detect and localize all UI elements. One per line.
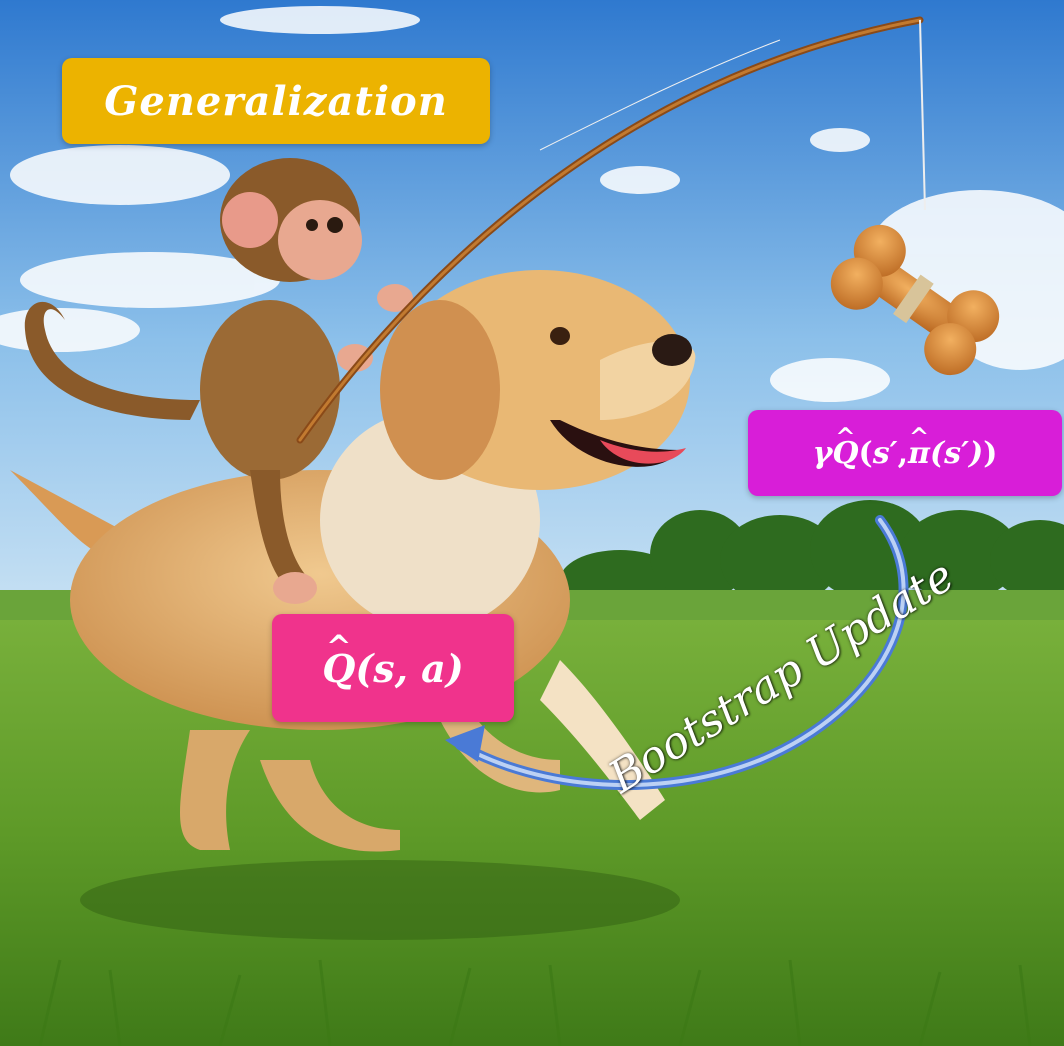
open-paren: (: [858, 435, 873, 471]
comma: ,: [897, 435, 909, 471]
q-hat-symbol-current: Q: [322, 629, 355, 691]
q-arguments: (s, a): [355, 645, 464, 691]
q-hat-symbol: Q: [832, 422, 858, 470]
generalization-label-box: Generalization: [62, 58, 490, 144]
dog-shadow: [80, 860, 680, 940]
close-paren: ): [983, 435, 998, 471]
pi-hat-symbol: π: [908, 422, 930, 470]
pi-argument: (s′): [929, 435, 984, 471]
current-q-label-box: Q (s, a): [272, 614, 514, 722]
s-prime: s′: [872, 435, 898, 471]
target-q-label-box: γ Q ( s′ , π (s′) ): [748, 410, 1062, 496]
scene-illustration: [0, 0, 1064, 1046]
generalization-label: Generalization: [104, 77, 448, 125]
gamma-symbol: γ: [812, 435, 833, 471]
